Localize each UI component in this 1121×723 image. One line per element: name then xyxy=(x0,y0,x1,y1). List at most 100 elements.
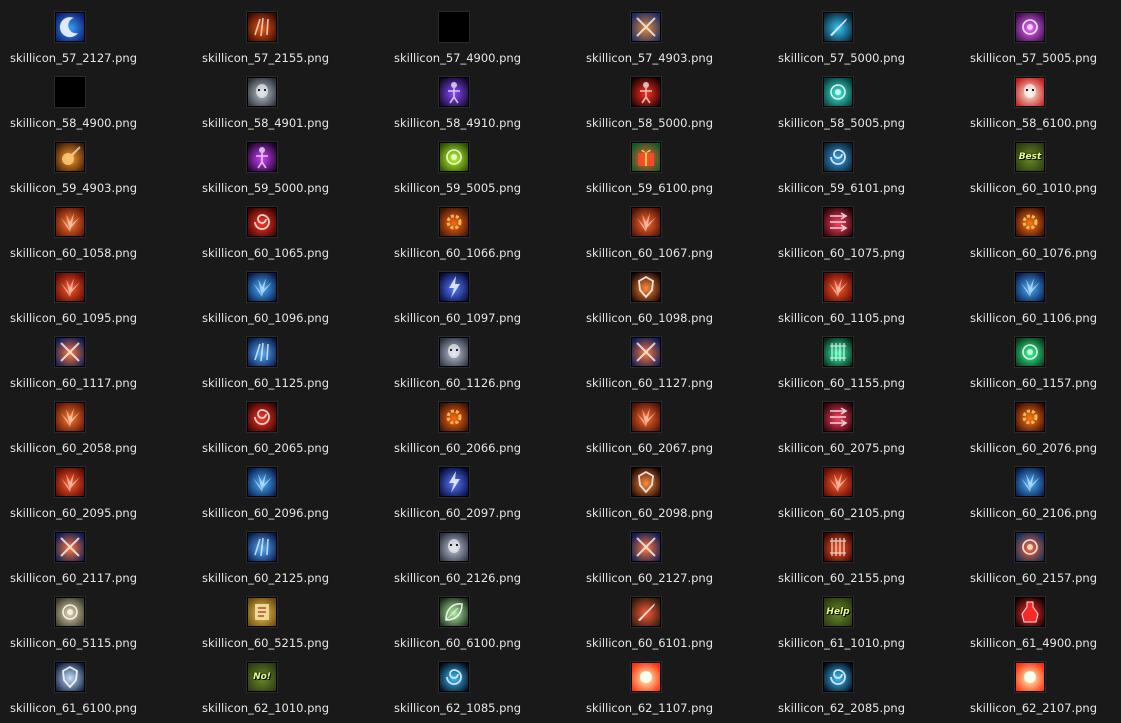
file-grid: ​ skillicon_57_2127.pngskillicon_57_2155… xyxy=(0,0,1121,723)
green-orb-icon xyxy=(439,142,469,172)
file-item[interactable]: skillicon_60_2095.png xyxy=(0,455,192,520)
file-item[interactable]: skillicon_60_1095.png xyxy=(0,260,192,325)
file-item[interactable]: skillicon_60_1058.png xyxy=(0,195,192,260)
file-name-label: skillicon_60_1067.png xyxy=(585,246,714,260)
file-item[interactable]: skillicon_60_1127.png xyxy=(576,325,768,390)
file-name-label: skillicon_60_2066.png xyxy=(393,441,522,455)
lightning-icon xyxy=(439,272,469,302)
file-item[interactable]: skillicon_60_1065.png xyxy=(192,195,384,260)
file-item[interactable]: Best skillicon_60_1010.png xyxy=(960,130,1121,195)
file-item[interactable]: skillicon_59_4903.png xyxy=(0,130,192,195)
file-item[interactable]: skillicon_60_1105.png xyxy=(768,260,960,325)
file-item[interactable]: skillicon_60_1125.png xyxy=(192,325,384,390)
file-name-label: skillicon_60_1097.png xyxy=(393,311,522,325)
flame-burst-icon xyxy=(55,402,85,432)
file-item[interactable]: skillicon_60_5115.png xyxy=(0,585,192,650)
file-item[interactable]: skillicon_62_1107.png xyxy=(576,650,768,715)
file-name-label: skillicon_60_1157.png xyxy=(969,376,1098,390)
parchment-icon xyxy=(247,597,277,627)
flame-burst-icon xyxy=(631,402,661,432)
file-item[interactable]: skillicon_60_2155.png xyxy=(768,520,960,585)
file-name-label: skillicon_58_5000.png xyxy=(585,116,714,130)
file-name-label: skillicon_60_2157.png xyxy=(969,571,1098,585)
file-item[interactable]: Help skillicon_61_1010.png xyxy=(768,585,960,650)
file-name-label: skillicon_62_2085.png xyxy=(777,701,906,715)
file-name-label: skillicon_59_5005.png xyxy=(393,181,522,195)
file-item[interactable]: skillicon_60_1097.png xyxy=(384,260,576,325)
file-item[interactable]: skillicon_60_1076.png xyxy=(960,195,1121,260)
blue-eye-icon xyxy=(439,662,469,692)
file-item[interactable]: skillicon_62_2107.png xyxy=(960,650,1121,715)
file-item[interactable]: skillicon_57_5005.png xyxy=(960,0,1121,65)
file-name-label: skillicon_57_4903.png xyxy=(585,51,714,65)
shield-icon xyxy=(631,467,661,497)
file-item[interactable]: skillicon_57_2127.png xyxy=(0,0,192,65)
file-name-label: skillicon_60_2096.png xyxy=(201,506,330,520)
file-item[interactable]: skillicon_60_2098.png xyxy=(576,455,768,520)
purple-orb-icon xyxy=(1015,12,1045,42)
file-item[interactable]: skillicon_60_2127.png xyxy=(576,520,768,585)
file-item[interactable]: skillicon_61_4900.png xyxy=(960,585,1121,650)
file-item[interactable]: skillicon_59_5005.png xyxy=(384,130,576,195)
file-item[interactable]: skillicon_60_2126.png xyxy=(384,520,576,585)
file-item[interactable]: skillicon_57_4903.png xyxy=(576,0,768,65)
file-name-label: skillicon_61_6100.png xyxy=(9,701,138,715)
ice-explosion-icon xyxy=(247,467,277,497)
file-item[interactable]: skillicon_60_1075.png xyxy=(768,195,960,260)
file-item[interactable]: skillicon_60_2067.png xyxy=(576,390,768,455)
file-item[interactable]: skillicon_60_2106.png xyxy=(960,455,1121,520)
rune-circle-icon xyxy=(631,532,661,562)
file-item[interactable]: skillicon_60_2096.png xyxy=(192,455,384,520)
file-item[interactable]: skillicon_59_6101.png xyxy=(768,130,960,195)
fire-helm-icon xyxy=(1015,532,1045,562)
file-item[interactable]: skillicon_60_6101.png xyxy=(576,585,768,650)
file-item[interactable]: skillicon_62_1085.png xyxy=(384,650,576,715)
stone-golem-icon xyxy=(439,532,469,562)
file-item[interactable]: skillicon_61_6100.png xyxy=(0,650,192,715)
file-name-label: skillicon_60_1095.png xyxy=(9,311,138,325)
file-item[interactable]: skillicon_58_5005.png xyxy=(768,65,960,130)
file-item[interactable]: skillicon_58_6100.png xyxy=(960,65,1121,130)
file-item[interactable]: skillicon_59_6100.png xyxy=(576,130,768,195)
flame-burst-icon xyxy=(631,207,661,237)
file-item[interactable]: skillicon_60_2075.png xyxy=(768,390,960,455)
file-item[interactable]: skillicon_60_1106.png xyxy=(960,260,1121,325)
file-item[interactable]: skillicon_60_5215.png xyxy=(192,585,384,650)
file-item[interactable]: skillicon_62_2085.png xyxy=(768,650,960,715)
file-item[interactable]: skillicon_60_2117.png xyxy=(0,520,192,585)
file-item[interactable]: skillicon_60_2058.png xyxy=(0,390,192,455)
file-item[interactable]: skillicon_60_2105.png xyxy=(768,455,960,520)
file-item[interactable]: skillicon_57_4900.png xyxy=(384,0,576,65)
file-item[interactable]: skillicon_60_1096.png xyxy=(192,260,384,325)
file-item[interactable]: skillicon_60_1126.png xyxy=(384,325,576,390)
file-item[interactable]: skillicon_60_2065.png xyxy=(192,390,384,455)
file-item[interactable]: skillicon_60_2125.png xyxy=(192,520,384,585)
file-item[interactable]: skillicon_60_2066.png xyxy=(384,390,576,455)
file-item[interactable]: skillicon_60_2076.png xyxy=(960,390,1121,455)
file-item[interactable]: skillicon_60_1067.png xyxy=(576,195,768,260)
sun-burst-icon xyxy=(1015,662,1045,692)
file-item[interactable]: skillicon_60_1098.png xyxy=(576,260,768,325)
file-item[interactable]: skillicon_57_5000.png xyxy=(768,0,960,65)
file-name-label: skillicon_59_6101.png xyxy=(777,181,906,195)
file-item[interactable]: No! skillicon_62_1010.png xyxy=(192,650,384,715)
file-item[interactable]: skillicon_60_2157.png xyxy=(960,520,1121,585)
file-item[interactable]: skillicon_58_4901.png xyxy=(192,65,384,130)
file-item[interactable]: skillicon_60_2097.png xyxy=(384,455,576,520)
file-item[interactable]: skillicon_60_1066.png xyxy=(384,195,576,260)
file-name-label: skillicon_58_4910.png xyxy=(393,116,522,130)
potion-icon xyxy=(1015,597,1045,627)
file-name-label: skillicon_60_1098.png xyxy=(585,311,714,325)
file-item[interactable]: skillicon_58_4900.png xyxy=(0,65,192,130)
file-item[interactable]: skillicon_58_5000.png xyxy=(576,65,768,130)
file-item[interactable]: skillicon_59_5000.png xyxy=(192,130,384,195)
file-item[interactable]: skillicon_60_1117.png xyxy=(0,325,192,390)
file-name-label: skillicon_60_2117.png xyxy=(9,571,138,585)
file-item[interactable]: skillicon_60_1157.png xyxy=(960,325,1121,390)
file-item[interactable]: skillicon_60_1155.png xyxy=(768,325,960,390)
blue-bird-icon xyxy=(823,142,853,172)
file-item[interactable]: skillicon_60_6100.png xyxy=(384,585,576,650)
file-item[interactable]: skillicon_57_2155.png xyxy=(192,0,384,65)
file-name-label: skillicon_59_6100.png xyxy=(585,181,714,195)
file-item[interactable]: skillicon_58_4910.png xyxy=(384,65,576,130)
